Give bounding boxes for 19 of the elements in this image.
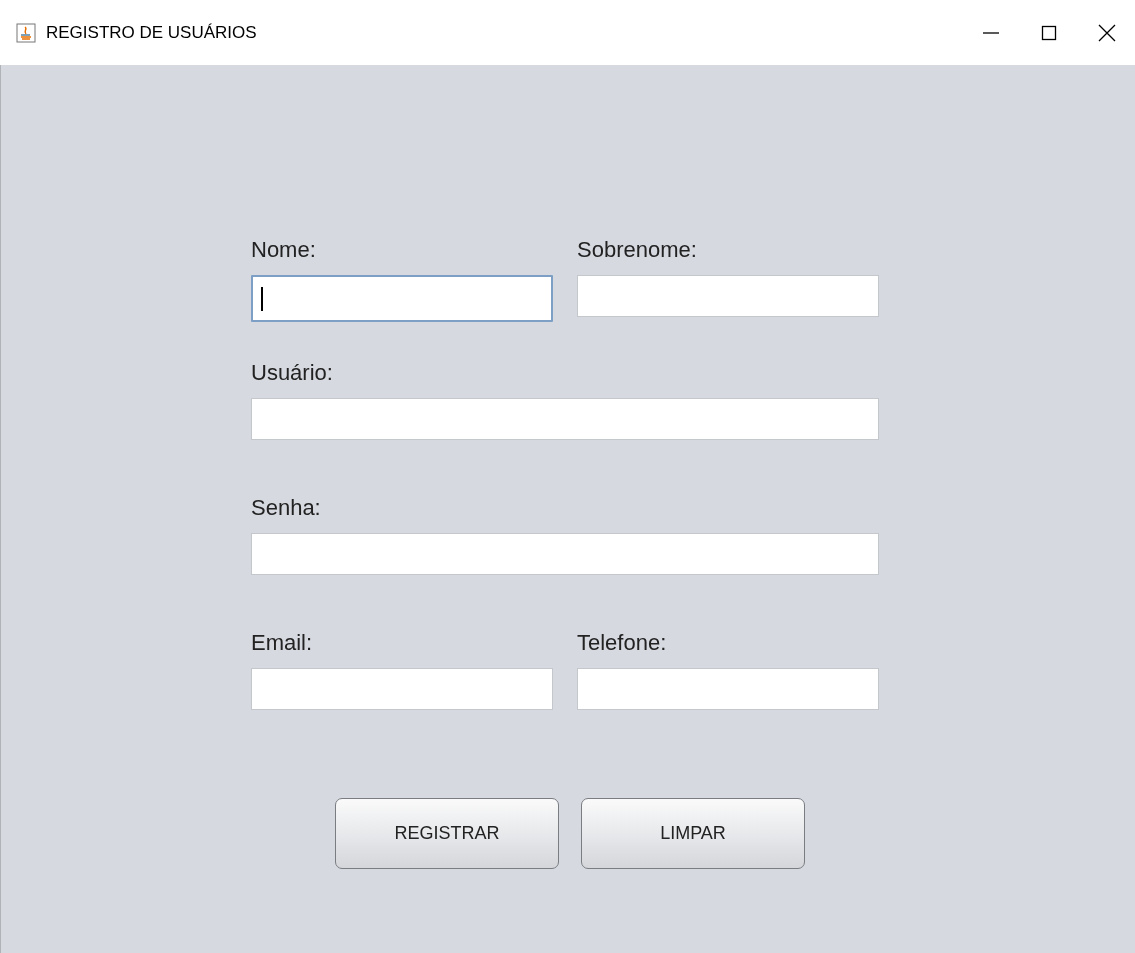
- app-icon: [16, 22, 36, 43]
- window-title: REGISTRO DE USUÁRIOS: [46, 22, 258, 43]
- form-button[interactable]: REGISTRAR: [335, 798, 559, 869]
- text-field[interactable]: [251, 398, 879, 440]
- form-button[interactable]: LIMPAR: [581, 798, 805, 869]
- field-label: Email:: [251, 629, 314, 656]
- field-label: Nome:: [251, 236, 317, 263]
- field-label: Telefone:: [577, 629, 668, 656]
- text-field[interactable]: [251, 668, 553, 710]
- field-label: Sobrenome:: [577, 236, 698, 263]
- text-cursor: [261, 286, 263, 311]
- text-field[interactable]: [577, 275, 879, 317]
- field-label: Usuário:: [251, 359, 334, 386]
- close-icon: [1097, 22, 1117, 43]
- minimize-icon: [983, 31, 999, 34]
- field-label: Senha:: [251, 494, 322, 521]
- text-field[interactable]: [251, 533, 879, 575]
- text-field[interactable]: [577, 668, 879, 710]
- text-field[interactable]: [251, 275, 553, 322]
